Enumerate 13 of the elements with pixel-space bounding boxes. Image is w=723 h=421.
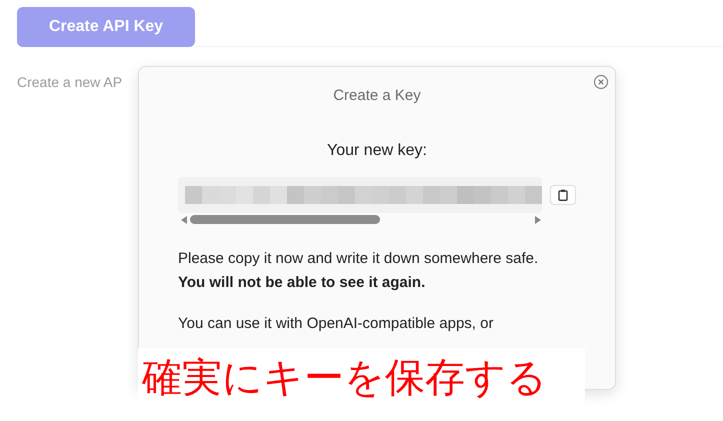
scroll-left-icon[interactable] <box>181 216 187 224</box>
key-field[interactable] <box>178 177 542 213</box>
scrollbar-thumb[interactable] <box>190 215 380 224</box>
key-label: Your new key: <box>327 142 427 160</box>
scroll-right-icon[interactable] <box>535 216 541 224</box>
warning-text: Please copy it now and write it down somewhere safe. You will not be able to see it again. <box>178 249 540 293</box>
create-api-key-button[interactable]: Create API Key <box>17 7 195 47</box>
close-icon[interactable] <box>593 74 609 90</box>
clipboard-icon <box>558 189 568 201</box>
copy-button[interactable] <box>550 185 576 205</box>
usage-text: You can use it with OpenAI-compatible apps, or <box>178 314 494 334</box>
dialog-title: Create a Key <box>333 87 421 104</box>
description-text: Create a new AP <box>17 74 122 90</box>
